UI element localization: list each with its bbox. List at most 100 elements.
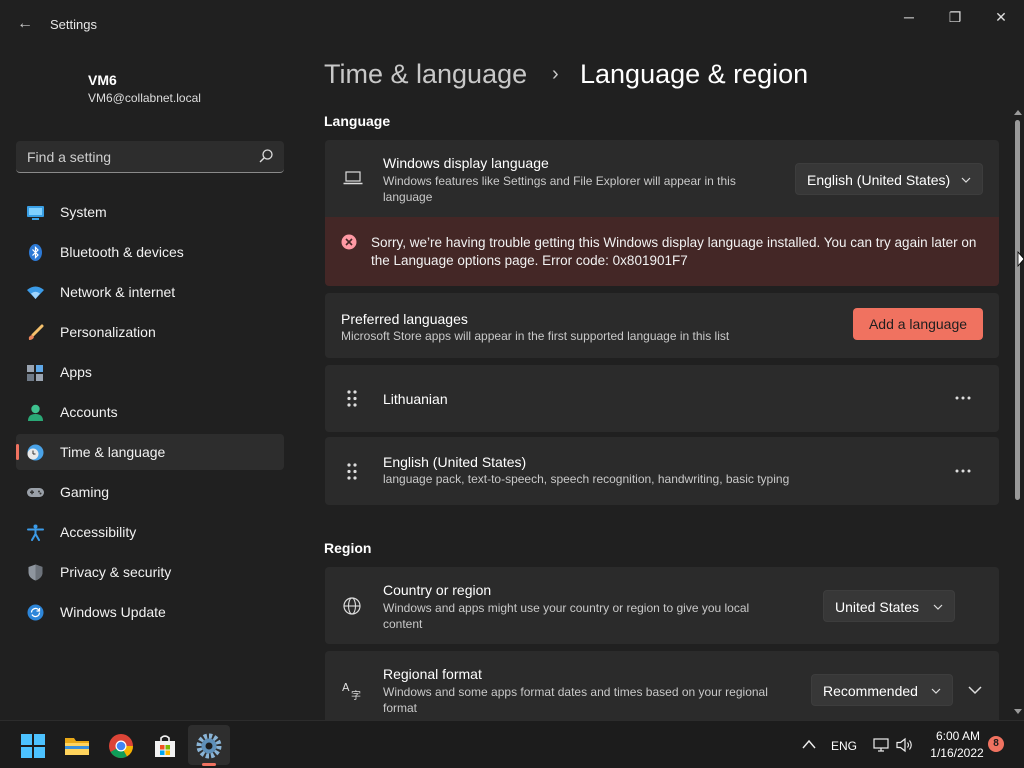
mouse-cursor-icon xyxy=(1017,251,1024,267)
maximize-button[interactable]: ❐ xyxy=(940,8,970,26)
display-language-dropdown[interactable]: English (United States) xyxy=(795,163,983,195)
profile-name[interactable]: VM6 xyxy=(88,72,117,88)
error-icon xyxy=(341,234,357,250)
notification-badge[interactable]: 8 xyxy=(988,736,1004,752)
more-options-icon[interactable] xyxy=(951,463,975,479)
sidebar-item-apps[interactable]: Apps xyxy=(16,354,284,390)
app-title: Settings xyxy=(50,17,97,32)
globe-clock-icon xyxy=(27,444,44,461)
svg-text:字: 字 xyxy=(351,689,361,700)
regional-format-desc: Windows and some apps format dates and t… xyxy=(383,685,768,715)
scrollbar[interactable] xyxy=(1012,108,1024,720)
sidebar-item-label: Accessibility xyxy=(60,524,137,540)
active-app-indicator xyxy=(202,763,216,766)
file-explorer-icon[interactable] xyxy=(64,733,90,759)
sidebar-item-gaming[interactable]: Gaming xyxy=(16,474,284,510)
wifi-icon xyxy=(27,286,44,299)
update-icon xyxy=(27,604,44,621)
settings-icon[interactable] xyxy=(196,733,222,759)
back-button[interactable]: ← xyxy=(14,14,36,34)
sidebar-item-system[interactable]: System xyxy=(16,194,284,230)
laptop-icon xyxy=(343,171,363,185)
sidebar-item-label: Network & internet xyxy=(60,284,176,300)
regional-format-value: Recommended xyxy=(823,683,918,699)
chrome-icon[interactable] xyxy=(108,733,134,759)
chevron-down-icon xyxy=(931,688,941,694)
title-bar: ← Settings ─ ❐ ✕ xyxy=(0,0,1024,48)
language-list-item[interactable]: English (United States) language pack, t… xyxy=(325,437,999,505)
display-language-card: Windows display language Windows feature… xyxy=(325,140,999,217)
volume-icon[interactable] xyxy=(896,737,914,753)
drag-handle-icon[interactable] xyxy=(347,463,357,480)
account-icon xyxy=(28,404,43,421)
preferred-languages-card: Preferred languages Microsoft Store apps… xyxy=(325,293,999,358)
more-options-icon[interactable] xyxy=(951,390,975,406)
accessibility-icon xyxy=(27,524,44,541)
preferred-languages-desc: Microsoft Store apps will appear in the … xyxy=(341,329,730,343)
minimize-button[interactable]: ─ xyxy=(894,8,924,26)
brush-icon xyxy=(28,324,44,340)
country-region-dropdown[interactable]: United States xyxy=(823,590,955,622)
sidebar-item-accessibility[interactable]: Accessibility xyxy=(16,514,284,550)
sidebar-nav: System Bluetooth & devices Network & int… xyxy=(16,194,284,634)
chevron-down-icon xyxy=(933,604,943,610)
sidebar-item-label: Gaming xyxy=(60,484,110,500)
language-name: Lithuanian xyxy=(383,391,448,407)
error-message: Sorry, we’re having trouble getting this… xyxy=(371,235,977,268)
back-arrow-icon: ← xyxy=(17,15,33,32)
sidebar-item-privacy[interactable]: Privacy & security xyxy=(16,554,284,590)
search-input[interactable]: Find a setting xyxy=(16,141,284,173)
close-button[interactable]: ✕ xyxy=(986,8,1016,26)
network-icon[interactable] xyxy=(873,737,889,753)
country-region-value: United States xyxy=(835,599,920,615)
regional-format-dropdown[interactable]: Recommended xyxy=(811,674,953,706)
system-icon xyxy=(27,206,44,220)
sidebar-item-network[interactable]: Network & internet xyxy=(16,274,284,310)
display-language-value: English (United States) xyxy=(807,172,951,188)
preferred-languages-title: Preferred languages xyxy=(341,311,468,327)
sidebar-item-label: Windows Update xyxy=(60,604,166,620)
display-language-desc: Windows features like Settings and File … xyxy=(383,174,736,204)
breadcrumb-parent[interactable]: Time & language xyxy=(324,59,527,90)
drag-handle-icon[interactable] xyxy=(347,390,357,407)
sidebar-item-windows-update[interactable]: Windows Update xyxy=(16,594,284,630)
svg-text:A: A xyxy=(342,681,350,694)
country-region-desc: Windows and apps might use your country … xyxy=(383,601,750,631)
sidebar-item-bluetooth[interactable]: Bluetooth & devices xyxy=(16,234,284,270)
scroll-down-arrow-icon[interactable] xyxy=(1013,708,1023,716)
add-language-label: Add a language xyxy=(868,316,968,332)
sidebar-item-label: Time & language xyxy=(60,444,166,460)
expand-chevron-icon[interactable] xyxy=(965,682,985,698)
sidebar-item-label: Privacy & security xyxy=(60,564,172,580)
clock-date[interactable]: 1/16/2022 xyxy=(926,746,988,760)
language-name: English (United States) xyxy=(383,454,527,470)
country-region-title: Country or region xyxy=(383,582,492,598)
sidebar-item-accounts[interactable]: Accounts xyxy=(16,394,284,430)
search-icon[interactable] xyxy=(258,148,274,164)
sidebar-item-time-language[interactable]: Time & language xyxy=(16,434,284,470)
language-features: language pack, text-to-speech, speech re… xyxy=(383,472,790,486)
scroll-up-arrow-icon[interactable] xyxy=(1013,108,1023,116)
scroll-thumb[interactable] xyxy=(1015,120,1020,500)
language-list-item[interactable]: Lithuanian xyxy=(325,365,999,432)
sidebar-item-label: Apps xyxy=(60,364,92,380)
add-language-button[interactable]: Add a language xyxy=(853,308,983,340)
chevron-down-icon xyxy=(961,177,971,183)
country-region-card: Country or region Windows and apps might… xyxy=(325,567,999,644)
sidebar-item-personalization[interactable]: Personalization xyxy=(16,314,284,350)
sidebar-item-label: System xyxy=(60,204,107,220)
input-language-indicator[interactable]: ENG xyxy=(831,739,857,753)
globe-icon xyxy=(343,597,361,615)
start-icon[interactable] xyxy=(20,733,46,759)
clock-time[interactable]: 6:00 AM xyxy=(930,729,986,743)
error-banner: Sorry, we’re having trouble getting this… xyxy=(325,217,999,286)
region-section-title: Region xyxy=(324,540,372,556)
display-language-title: Windows display language xyxy=(383,155,549,171)
language-section-title: Language xyxy=(324,113,391,129)
regional-format-card[interactable]: A 字 Regional format Windows and some app… xyxy=(325,651,999,720)
chevron-up-icon[interactable] xyxy=(802,738,816,750)
page-title: Language & region xyxy=(580,59,809,89)
store-icon[interactable] xyxy=(152,733,178,759)
gamepad-icon xyxy=(27,488,44,497)
breadcrumb-separator: › xyxy=(552,63,559,85)
